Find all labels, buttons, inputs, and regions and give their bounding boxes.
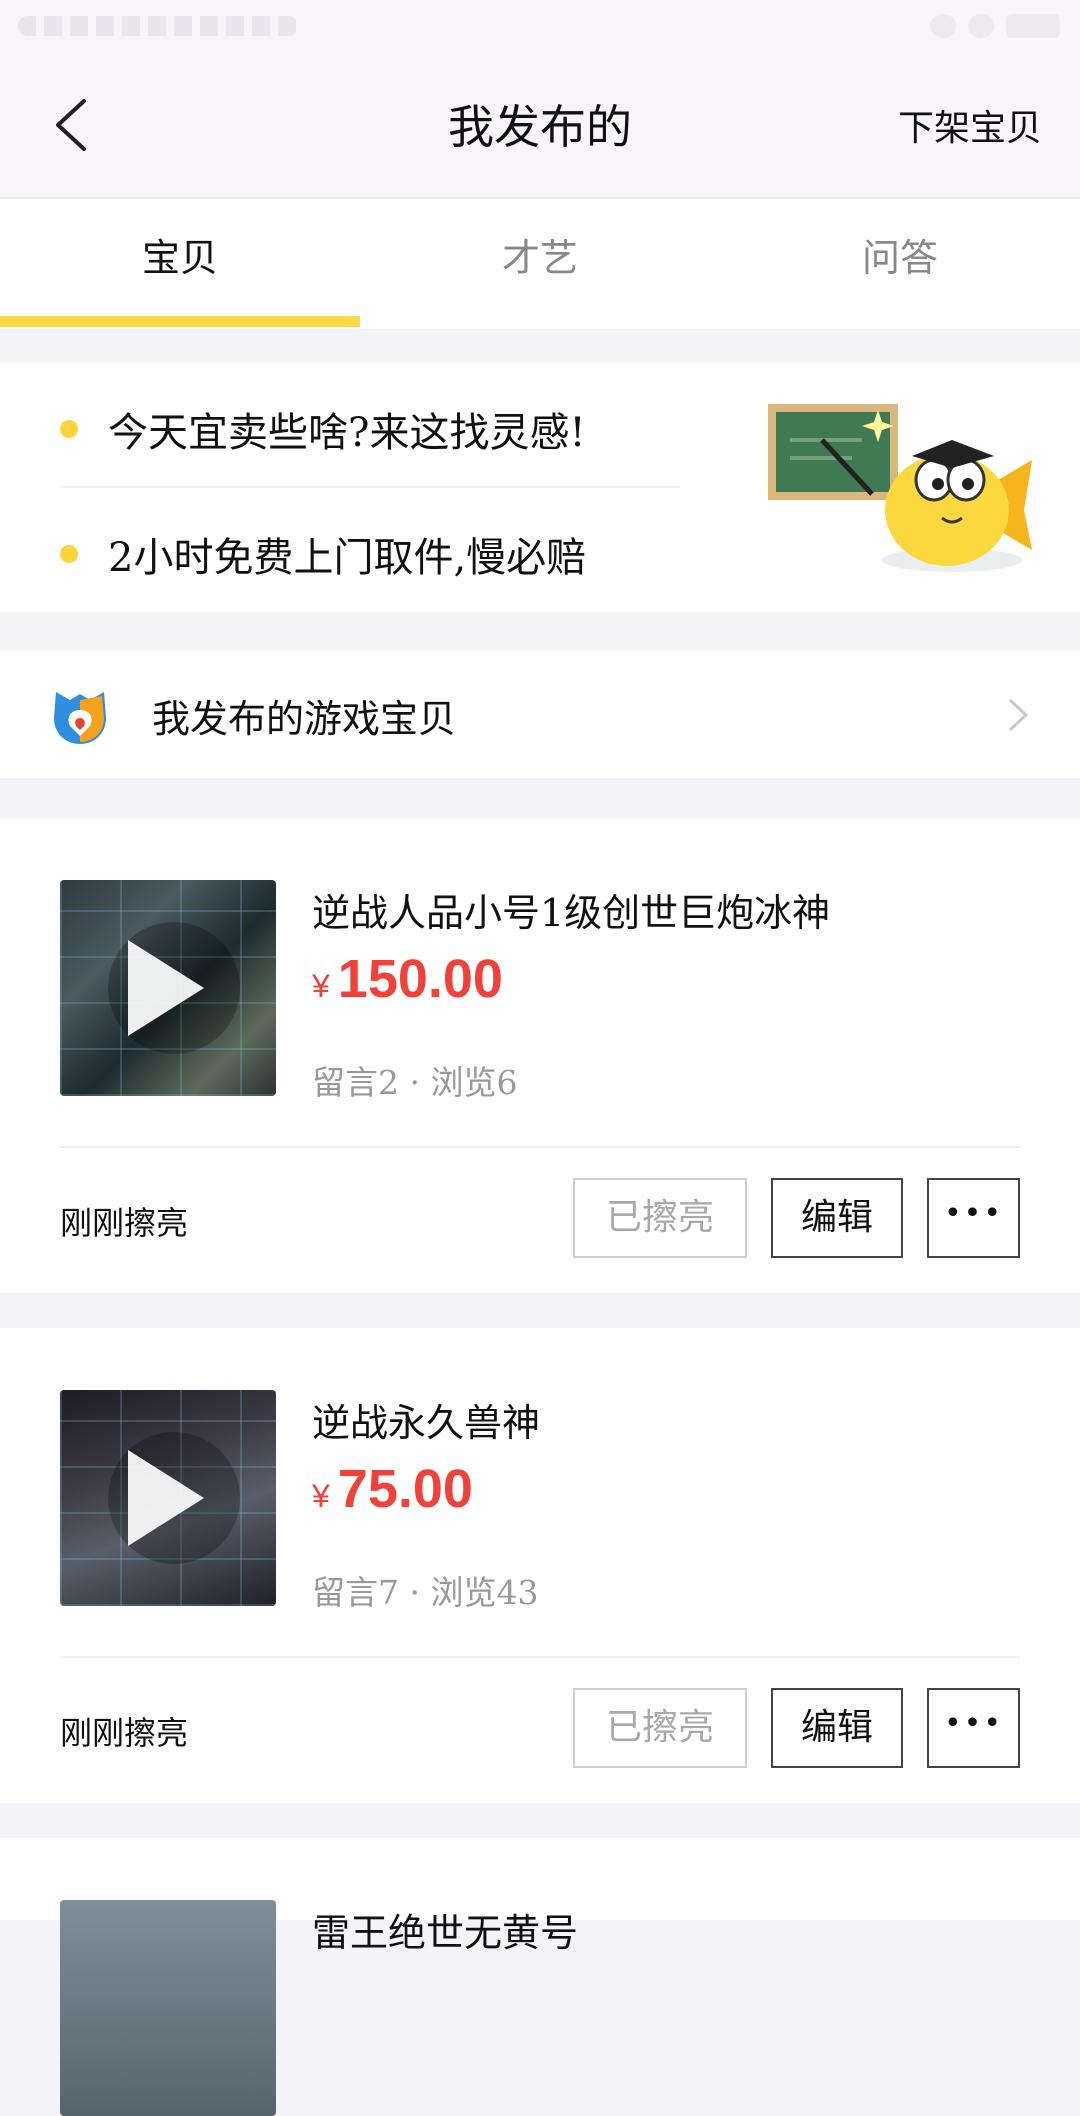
status-bar-left-info — [18, 16, 298, 36]
listing-card: 逆战永久兽神 ¥75.00 留言7 · 浏览43 刚刚擦亮 已擦亮 编辑 ••• — [0, 1328, 1080, 1803]
bullet-dot — [60, 420, 78, 438]
unlist-items-button[interactable]: 下架宝贝 — [898, 99, 1042, 151]
tab-talent[interactable]: 才艺 — [360, 199, 720, 329]
signal-icon — [968, 14, 994, 38]
item-video-thumbnail[interactable] — [60, 1390, 276, 1606]
banner-tip-inspiration[interactable]: 今天宜卖些啥?来这找灵感! — [60, 400, 586, 458]
status-bar — [0, 0, 1080, 55]
item-stats: 留言7 · 浏览43 — [312, 1573, 539, 1612]
more-options-button[interactable]: ••• — [927, 1688, 1020, 1768]
divider — [60, 486, 680, 488]
fish-teacher-mascot-icon — [768, 404, 1032, 572]
nav-bar: 我发布的 下架宝贝 — [0, 55, 1080, 199]
item-price: ¥150.00 — [312, 948, 503, 1010]
tab-qa[interactable]: 问答 — [720, 199, 1080, 329]
tab-bar: 宝贝 才艺 问答 — [0, 199, 1080, 329]
item-price: ¥75.00 — [312, 1458, 473, 1520]
polish-status: 刚刚擦亮 — [60, 1204, 189, 1242]
listing-card: 逆战人品小号1级创世巨炮冰神 ¥150.00 留言2 · 浏览6 刚刚擦亮 已擦… — [0, 818, 1080, 1293]
chevron-right-icon — [1008, 698, 1029, 732]
price-value: 75.00 — [337, 1459, 473, 1519]
more-options-button[interactable]: ••• — [927, 1178, 1020, 1258]
status-bar-right-info — [930, 14, 1060, 38]
battery-icon — [1006, 14, 1060, 38]
item-thumbnail[interactable] — [60, 1900, 276, 2116]
play-icon — [128, 940, 204, 1036]
game-items-label: 我发布的游戏宝贝 — [152, 697, 457, 741]
edit-button[interactable]: 编辑 — [771, 1178, 903, 1258]
item-title[interactable]: 逆战人品小号1级创世巨炮冰神 — [312, 882, 830, 937]
currency-symbol: ¥ — [312, 968, 330, 1004]
play-icon — [128, 1450, 204, 1546]
currency-symbol: ¥ — [312, 1478, 330, 1514]
tips-banner: 今天宜卖些啥?来这找灵感! 2小时免费上门取件,慢必赔 — [0, 362, 1080, 612]
divider — [60, 1146, 1020, 1148]
item-title[interactable]: 逆战永久兽神 — [312, 1392, 540, 1447]
banner-tip-text: 2小时免费上门取件,慢必赔 — [108, 535, 587, 581]
bullet-dot — [60, 545, 78, 563]
polished-button[interactable]: 已擦亮 — [573, 1178, 747, 1258]
alarm-icon — [930, 14, 956, 38]
divider — [60, 1656, 1020, 1658]
banner-tip-pickup[interactable]: 2小时免费上门取件,慢必赔 — [60, 525, 586, 583]
edit-button[interactable]: 编辑 — [771, 1688, 903, 1768]
my-game-items-row[interactable]: 我发布的游戏宝贝 — [0, 650, 1080, 778]
tab-items[interactable]: 宝贝 — [0, 199, 360, 329]
item-video-thumbnail[interactable] — [60, 880, 276, 1096]
price-value: 150.00 — [337, 949, 503, 1009]
banner-tip-text: 今天宜卖些啥?来这找灵感! — [108, 410, 586, 456]
listing-card: 雷王绝世无黄号 — [0, 1838, 1080, 2116]
item-title[interactable]: 雷王绝世无黄号 — [312, 1902, 578, 1957]
polished-button[interactable]: 已擦亮 — [573, 1688, 747, 1768]
item-stats: 留言2 · 浏览6 — [312, 1063, 518, 1102]
polish-status: 刚刚擦亮 — [60, 1714, 189, 1752]
game-logo-icon — [54, 692, 106, 744]
